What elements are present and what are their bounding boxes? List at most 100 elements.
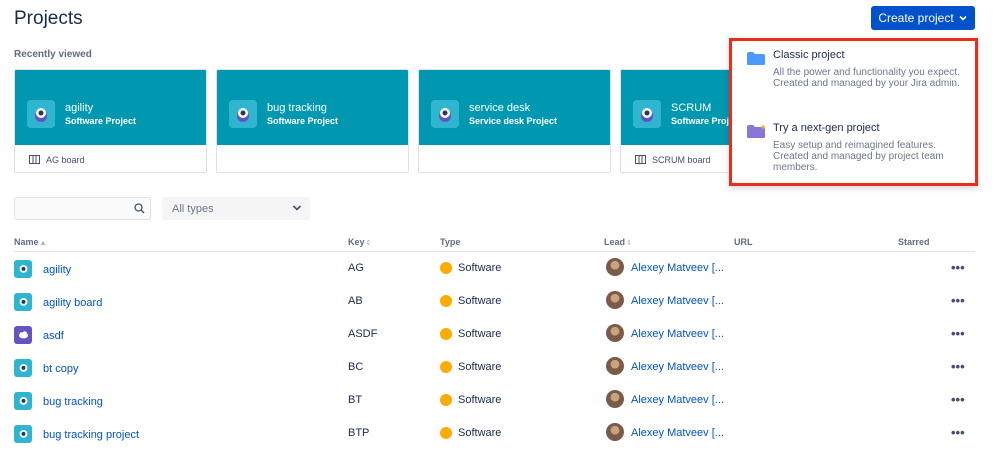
card-footer <box>419 145 610 172</box>
sort-icon: ⇕ <box>626 240 632 247</box>
more-actions-button[interactable]: ••• <box>951 260 965 275</box>
card-type: Software Proj <box>671 116 730 126</box>
column-header-key[interactable]: Key⇕ <box>348 237 371 247</box>
project-name-link[interactable]: asdf <box>43 330 64 342</box>
project-key: BT <box>348 394 363 406</box>
more-actions-button[interactable]: ••• <box>951 359 965 374</box>
card-footer <box>217 145 408 172</box>
project-type: Software <box>458 394 502 406</box>
project-name-link[interactable]: bug tracking <box>43 396 103 408</box>
avatar <box>606 291 624 309</box>
project-lead-link[interactable]: Alexey Matveev [... <box>631 295 724 307</box>
card-footer-label: SCRUM board <box>652 154 711 165</box>
project-type: Software <box>458 427 502 439</box>
create-project-label: Create project <box>878 11 954 25</box>
project-lead-link[interactable]: Alexey Matveev [... <box>631 427 724 439</box>
card-header[interactable]: bug tracking Software Project <box>217 70 408 145</box>
card-header[interactable]: service desk Service desk Project <box>419 70 610 145</box>
sort-icon: ⇕ <box>365 240 372 247</box>
project-lead-link[interactable]: Alexey Matveev [... <box>631 361 724 373</box>
project-key: BC <box>348 361 364 373</box>
column-header-label: Name <box>14 237 39 247</box>
avatar <box>606 324 624 342</box>
project-lead-link[interactable]: Alexey Matveev [... <box>631 394 724 406</box>
recent-card-service-desk[interactable]: service desk Service desk Project <box>418 69 611 173</box>
folder-sparkle-icon <box>747 124 766 138</box>
card-type: Software Project <box>267 116 339 126</box>
card-name: service desk <box>469 102 531 114</box>
more-actions-button[interactable]: ••• <box>951 326 965 341</box>
project-type: Software <box>458 361 502 373</box>
create-project-button[interactable]: Create project <box>871 6 975 30</box>
column-header-type: Type <box>440 237 460 247</box>
robot-avatar-icon <box>633 100 661 128</box>
column-header-label: Type <box>440 237 461 247</box>
column-header-url: URL <box>734 237 753 247</box>
software-type-icon <box>440 262 452 274</box>
card-footer-link[interactable]: AG board <box>15 145 206 172</box>
project-type: Software <box>458 295 502 307</box>
more-actions-button[interactable]: ••• <box>951 392 965 407</box>
robot-avatar-icon <box>431 100 459 128</box>
card-name: bug tracking <box>267 102 327 114</box>
create-project-dropdown: Classic project All the power and functi… <box>729 38 978 186</box>
robot-project-icon <box>14 359 32 377</box>
card-type: Software Project <box>65 116 137 126</box>
next-gen-project-desc: Easy setup and reimagined features. Crea… <box>773 140 944 173</box>
column-header-lead[interactable]: Lead⇕ <box>604 237 632 247</box>
more-actions-button[interactable]: ••• <box>951 425 965 440</box>
more-actions-button[interactable]: ••• <box>951 293 965 308</box>
column-header-label: URL <box>734 237 753 247</box>
table-row: bt copy BC Software Alexey Matveev [... … <box>0 351 999 384</box>
software-type-icon <box>440 328 452 340</box>
table-row: agility AG Software Alexey Matveev [... … <box>0 252 999 285</box>
robot-project-icon <box>14 392 32 410</box>
recently-viewed-label: Recently viewed <box>14 49 92 60</box>
table-row: bug tracking BT Software Alexey Matveev … <box>0 384 999 417</box>
recent-card-bug-tracking[interactable]: bug tracking Software Project <box>216 69 409 173</box>
column-header-starred: Starred <box>898 237 930 247</box>
card-type: Service desk Project <box>469 116 558 126</box>
type-filter-select[interactable]: All types <box>162 197 310 220</box>
software-type-icon <box>440 295 452 307</box>
board-icon <box>635 155 646 164</box>
table-row: agility board AB Software Alexey Matveev… <box>0 285 999 318</box>
chevron-down-icon <box>292 205 302 211</box>
search-input[interactable] <box>14 197 151 220</box>
project-lead-link[interactable]: Alexey Matveev [... <box>631 328 724 340</box>
card-name: agility <box>65 102 94 114</box>
column-header-label: Lead <box>604 237 626 247</box>
folder-icon <box>747 52 765 65</box>
software-type-icon <box>440 361 452 373</box>
robot-project-icon <box>14 293 32 311</box>
avatar <box>606 390 624 408</box>
board-icon <box>29 155 40 164</box>
project-name-link[interactable]: agility board <box>43 297 102 309</box>
project-lead-link[interactable]: Alexey Matveev [... <box>631 262 724 274</box>
search-icon[interactable] <box>134 203 145 214</box>
software-type-icon <box>440 427 452 439</box>
project-key: BTP <box>348 427 370 439</box>
project-key: ASDF <box>348 328 378 340</box>
card-header[interactable]: agility Software Project <box>15 70 206 145</box>
project-name-link[interactable]: bt copy <box>43 363 78 375</box>
cloud-project-icon <box>14 326 32 344</box>
project-type: Software <box>458 262 502 274</box>
project-name-link[interactable]: bug tracking project <box>43 429 139 441</box>
software-type-icon <box>440 394 452 406</box>
robot-avatar-icon <box>27 100 55 128</box>
table-row: asdf ASDF Software Alexey Matveev [... •… <box>0 318 999 351</box>
project-key: AB <box>348 295 363 307</box>
project-name-link[interactable]: agility <box>43 264 71 276</box>
avatar <box>606 357 624 375</box>
recent-card-agility[interactable]: agility Software Project AG board <box>14 69 207 173</box>
type-filter-value: All types <box>172 202 214 215</box>
classic-project-title: Classic project <box>773 49 845 61</box>
column-header-name[interactable]: Name▲ <box>14 237 46 247</box>
avatar <box>606 258 624 276</box>
avatar <box>606 423 624 441</box>
project-type: Software <box>458 328 502 340</box>
page-title: Projects <box>14 8 83 29</box>
classic-project-desc: All the power and functionality you expe… <box>773 67 960 89</box>
next-gen-project-title: Try a next-gen project <box>773 122 880 134</box>
